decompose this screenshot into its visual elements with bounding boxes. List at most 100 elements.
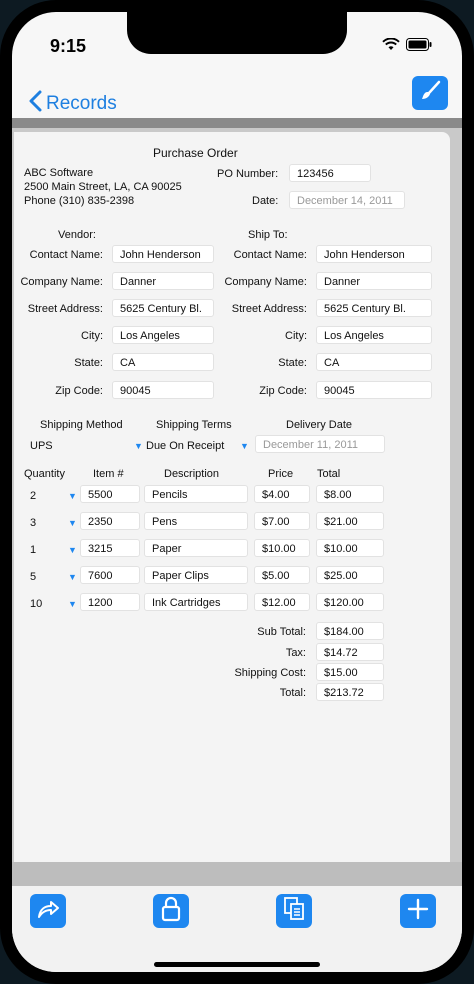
quantity-column-header: Quantity bbox=[24, 468, 65, 480]
item-number-field[interactable]: 5500 bbox=[80, 485, 140, 503]
item-number-field[interactable]: 2350 bbox=[80, 512, 140, 530]
vendor-company-field[interactable]: Danner bbox=[112, 272, 214, 290]
vendor-zip-field[interactable]: 90045 bbox=[112, 381, 214, 399]
subtotal-label: Sub Total: bbox=[257, 626, 306, 638]
price-field[interactable]: $5.00 bbox=[254, 566, 310, 584]
shipto-contact-label: Contact Name: bbox=[233, 249, 307, 261]
description-field[interactable]: Pens bbox=[144, 512, 248, 530]
vendor-contact-field[interactable]: John Henderson bbox=[112, 245, 214, 263]
price-field[interactable]: $10.00 bbox=[254, 539, 310, 557]
dropdown-arrow-icon: ▼ bbox=[68, 545, 77, 555]
item-number-field[interactable]: 7600 bbox=[80, 566, 140, 584]
quantity-select[interactable]: 3 ▼ bbox=[30, 514, 80, 532]
line-total-field[interactable]: $8.00 bbox=[316, 485, 384, 503]
description-field[interactable]: Pencils bbox=[144, 485, 248, 503]
shipto-zip-field[interactable]: 90045 bbox=[316, 381, 432, 399]
vendor-city-field[interactable]: Los Angeles bbox=[112, 326, 214, 344]
line-total-field[interactable]: $10.00 bbox=[316, 539, 384, 557]
shipto-city-field[interactable]: Los Angeles bbox=[316, 326, 432, 344]
lock-button[interactable] bbox=[153, 894, 189, 928]
paintbrush-button[interactable] bbox=[412, 76, 448, 110]
dropdown-arrow-icon: ▼ bbox=[68, 572, 77, 582]
share-icon bbox=[36, 898, 60, 925]
vendor-company-label: Company Name: bbox=[20, 276, 103, 288]
delivery-date-field[interactable]: December 11, 2011 bbox=[255, 435, 385, 453]
chevron-left-icon bbox=[28, 90, 42, 118]
shipto-contact-field[interactable]: John Henderson bbox=[316, 245, 432, 263]
dropdown-arrow-icon: ▼ bbox=[68, 518, 77, 528]
shipto-company-label: Company Name: bbox=[224, 276, 307, 288]
phone-frame: 9:15 Records Purchase Order ABC Software… bbox=[0, 0, 474, 984]
line-total-field[interactable]: $25.00 bbox=[316, 566, 384, 584]
ship-to-header: Ship To: bbox=[248, 229, 288, 241]
quantity-select[interactable]: 10 ▼ bbox=[30, 595, 80, 613]
shipping-method-value: UPS bbox=[30, 440, 53, 452]
shipping-cost-field[interactable]: $15.00 bbox=[316, 663, 384, 681]
form-title: Purchase Order bbox=[153, 146, 238, 160]
shipto-street-label: Street Address: bbox=[231, 303, 307, 315]
vendor-street-field[interactable]: 5625 Century Bl. bbox=[112, 299, 214, 317]
share-button[interactable] bbox=[30, 894, 66, 928]
item-number-field[interactable]: 3215 bbox=[80, 539, 140, 557]
description-column-header: Description bbox=[164, 468, 220, 480]
shipto-street-field[interactable]: 5625 Century Bl. bbox=[316, 299, 432, 317]
description-field[interactable]: Paper Clips bbox=[144, 566, 248, 584]
description-field[interactable]: Ink Cartridges bbox=[144, 593, 248, 611]
price-field[interactable]: $12.00 bbox=[254, 593, 310, 611]
price-field[interactable]: $7.00 bbox=[254, 512, 310, 530]
date-field[interactable]: December 14, 2011 bbox=[289, 191, 405, 209]
vendor-zip-label: Zip Code: bbox=[55, 385, 103, 397]
subtotal-field[interactable]: $184.00 bbox=[316, 622, 384, 640]
quantity-value: 5 bbox=[30, 571, 37, 583]
status-time: 9:15 bbox=[50, 36, 87, 56]
quantity-value: 3 bbox=[30, 517, 37, 529]
shipping-method-select[interactable]: UPS ▼ bbox=[30, 437, 143, 455]
tax-field[interactable]: $14.72 bbox=[316, 643, 384, 661]
bottom-toolbar bbox=[12, 886, 462, 972]
total-column-header: Total bbox=[317, 468, 341, 480]
status-icons bbox=[382, 37, 432, 56]
battery-icon bbox=[406, 38, 432, 56]
description-field[interactable]: Paper bbox=[144, 539, 248, 557]
dropdown-arrow-icon: ▼ bbox=[134, 441, 143, 451]
dropdown-arrow-icon: ▼ bbox=[68, 491, 77, 501]
line-total-field[interactable]: $21.00 bbox=[316, 512, 384, 530]
vendor-contact-label: Contact Name: bbox=[29, 249, 103, 261]
quantity-select[interactable]: 2 ▼ bbox=[30, 487, 80, 505]
wifi-icon bbox=[382, 37, 400, 56]
shipping-terms-select[interactable]: Due On Receipt ▼ bbox=[146, 437, 256, 455]
shipping-terms-label: Shipping Terms bbox=[156, 419, 232, 431]
notch bbox=[127, 12, 347, 54]
item-number-field[interactable]: 1200 bbox=[80, 593, 140, 611]
shipto-state-label: State: bbox=[278, 357, 307, 369]
plus-icon bbox=[407, 898, 429, 925]
item-column-header: Item # bbox=[93, 468, 124, 480]
copy-button[interactable] bbox=[276, 894, 312, 928]
delivery-date-label: Delivery Date bbox=[286, 419, 353, 431]
quantity-value: 1 bbox=[30, 544, 37, 556]
vendor-state-field[interactable]: CA bbox=[112, 353, 214, 371]
price-column-header: Price bbox=[268, 468, 294, 480]
po-number-field[interactable]: 123456 bbox=[289, 164, 371, 182]
paintbrush-icon bbox=[418, 79, 442, 108]
lock-icon bbox=[160, 896, 182, 927]
add-button[interactable] bbox=[400, 894, 436, 928]
price-field[interactable]: $4.00 bbox=[254, 485, 310, 503]
quantity-value: 10 bbox=[30, 598, 43, 610]
quantity-select[interactable]: 5 ▼ bbox=[30, 568, 80, 586]
back-button[interactable]: Records bbox=[28, 90, 117, 118]
company-address: 2500 Main Street, LA, CA 90025 bbox=[24, 181, 182, 193]
shipto-state-field[interactable]: CA bbox=[316, 353, 432, 371]
back-label: Records bbox=[46, 93, 117, 114]
quantity-value: 2 bbox=[30, 490, 37, 502]
company-phone: Phone (310) 835-2398 bbox=[24, 195, 135, 207]
grand-total-field[interactable]: $213.72 bbox=[316, 683, 384, 701]
line-total-field[interactable]: $120.00 bbox=[316, 593, 384, 611]
quantity-select[interactable]: 1 ▼ bbox=[30, 541, 80, 559]
dropdown-arrow-icon: ▼ bbox=[240, 441, 249, 451]
vendor-header: Vendor: bbox=[58, 229, 96, 241]
shipto-company-field[interactable]: Danner bbox=[316, 272, 432, 290]
separator-band bbox=[12, 118, 462, 128]
shipping-method-label: Shipping Method bbox=[40, 419, 123, 431]
screen: 9:15 Records Purchase Order ABC Software… bbox=[12, 12, 462, 972]
